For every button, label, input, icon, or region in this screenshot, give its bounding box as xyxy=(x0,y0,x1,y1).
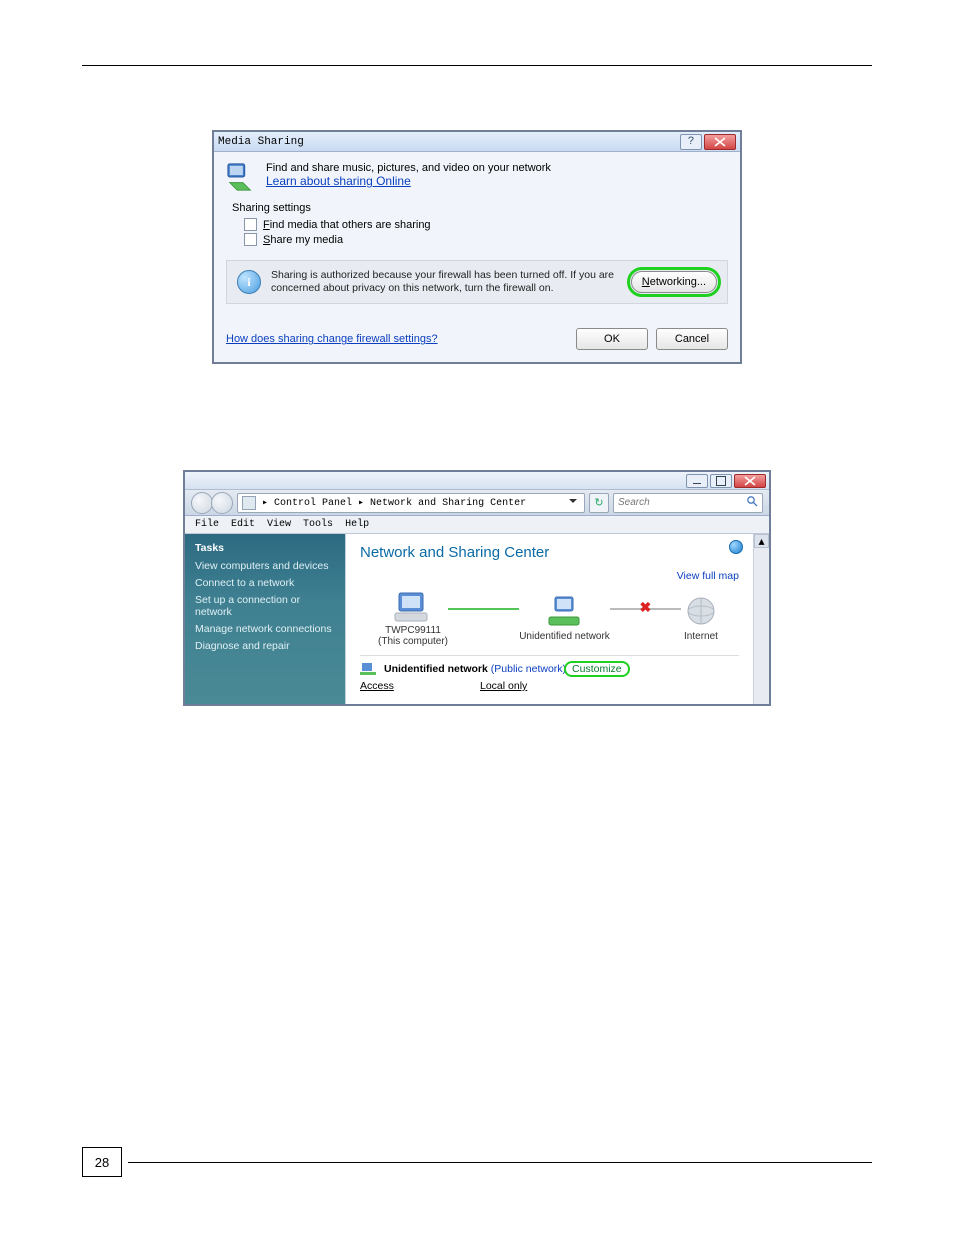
intro-text: Find and share music, pictures, and vide… xyxy=(266,162,551,174)
network-type: (Public network) xyxy=(491,663,566,675)
info-icon: i xyxy=(237,270,261,294)
media-sharing-dialog: Media Sharing ? Find and share music, pi… xyxy=(212,130,742,364)
address-bar: ▸ Control Panel ▸ Network and Sharing Ce… xyxy=(185,490,769,516)
network-sharing-center-window: ▸ Control Panel ▸ Network and Sharing Ce… xyxy=(183,470,771,706)
media-sharing-icon xyxy=(226,162,256,192)
menu-tools[interactable]: Tools xyxy=(299,519,337,530)
node-internet: Internet xyxy=(681,595,721,642)
network-mini-icon xyxy=(360,662,378,676)
network-name: Unidentified network xyxy=(384,663,488,675)
scroll-up-icon[interactable]: ▴ xyxy=(754,534,769,548)
globe-icon xyxy=(681,595,721,631)
search-icon xyxy=(746,495,758,510)
node-internet-label: Internet xyxy=(684,631,718,642)
back-button[interactable] xyxy=(191,492,213,514)
firewall-info-text: Sharing is authorized because your firew… xyxy=(271,269,621,295)
main-pane: Network and Sharing Center View full map… xyxy=(345,534,753,704)
learn-sharing-link[interactable]: Learn about sharing Online xyxy=(266,174,551,188)
firewall-settings-link[interactable]: How does sharing change firewall setting… xyxy=(226,333,438,345)
window-chrome xyxy=(185,472,769,490)
find-media-label: Find media that others are sharing xyxy=(263,219,431,231)
minimize-icon[interactable] xyxy=(686,474,708,488)
page-title: Network and Sharing Center xyxy=(360,544,739,561)
access-key: Access xyxy=(360,680,480,692)
edge-broken xyxy=(610,608,681,610)
network-icon xyxy=(545,595,585,631)
refresh-icon[interactable]: ↻ xyxy=(589,493,609,513)
vertical-scrollbar[interactable]: ▴ xyxy=(753,534,769,704)
search-placeholder: Search xyxy=(618,497,650,508)
chevron-down-icon[interactable] xyxy=(566,494,580,512)
close-icon[interactable] xyxy=(734,474,766,488)
page-number: 28 xyxy=(82,1147,122,1177)
customize-link[interactable]: Customize xyxy=(572,663,622,675)
forward-button[interactable] xyxy=(211,492,233,514)
breadcrumb[interactable]: ▸ Control Panel ▸ Network and Sharing Ce… xyxy=(237,493,585,513)
help-icon[interactable] xyxy=(729,540,743,554)
search-input[interactable]: Search xyxy=(613,493,763,513)
task-setup-connection[interactable]: Set up a connection or network xyxy=(195,594,335,618)
menu-bar: File Edit View Tools Help xyxy=(185,516,769,534)
share-media-label: Share my media xyxy=(263,234,343,246)
network-map: TWPC99111 (This computer) Unidentified n… xyxy=(360,589,739,647)
node-unidentified-network: Unidentified network xyxy=(519,595,610,642)
node-mid-label: Unidentified network xyxy=(519,631,610,642)
network-detail-row: Unidentified network (Public network) Cu… xyxy=(360,655,739,676)
dialog-titlebar[interactable]: Media Sharing ? xyxy=(214,132,740,152)
menu-view[interactable]: View xyxy=(263,519,295,530)
task-connect-network[interactable]: Connect to a network xyxy=(195,577,335,589)
node-pc-caption: (This computer) xyxy=(378,636,448,647)
task-manage-connections[interactable]: Manage network connections xyxy=(195,623,335,635)
node-this-computer: TWPC99111 (This computer) xyxy=(378,589,448,647)
help-icon[interactable]: ? xyxy=(680,134,702,150)
breadcrumb-text: ▸ Control Panel ▸ Network and Sharing Ce… xyxy=(262,497,526,509)
dialog-title: Media Sharing xyxy=(218,136,304,148)
maximize-icon[interactable] xyxy=(710,474,732,488)
tasks-sidebar: Tasks View computers and devices Connect… xyxy=(185,534,345,704)
menu-help[interactable]: Help xyxy=(341,519,373,530)
cancel-button[interactable]: Cancel xyxy=(656,328,728,350)
task-view-computers[interactable]: View computers and devices xyxy=(195,560,335,572)
node-pc-name: TWPC99111 xyxy=(385,625,441,636)
access-value: Local only xyxy=(480,680,527,692)
control-panel-icon xyxy=(242,496,256,510)
computer-icon xyxy=(393,589,433,625)
task-diagnose-repair[interactable]: Diagnose and repair xyxy=(195,640,335,652)
sharing-settings-label: Sharing settings xyxy=(232,202,728,214)
edge-ok xyxy=(448,608,519,610)
access-row: Access Local only xyxy=(360,680,739,692)
ok-button[interactable]: OK xyxy=(576,328,648,350)
tasks-header: Tasks xyxy=(195,542,335,554)
share-media-checkbox[interactable] xyxy=(244,233,257,246)
close-icon[interactable] xyxy=(704,134,736,150)
find-media-checkbox[interactable] xyxy=(244,218,257,231)
menu-edit[interactable]: Edit xyxy=(227,519,259,530)
networking-button[interactable]: Networking... xyxy=(631,271,717,293)
menu-file[interactable]: File xyxy=(191,519,223,530)
view-full-map-link[interactable]: View full map xyxy=(677,570,739,582)
